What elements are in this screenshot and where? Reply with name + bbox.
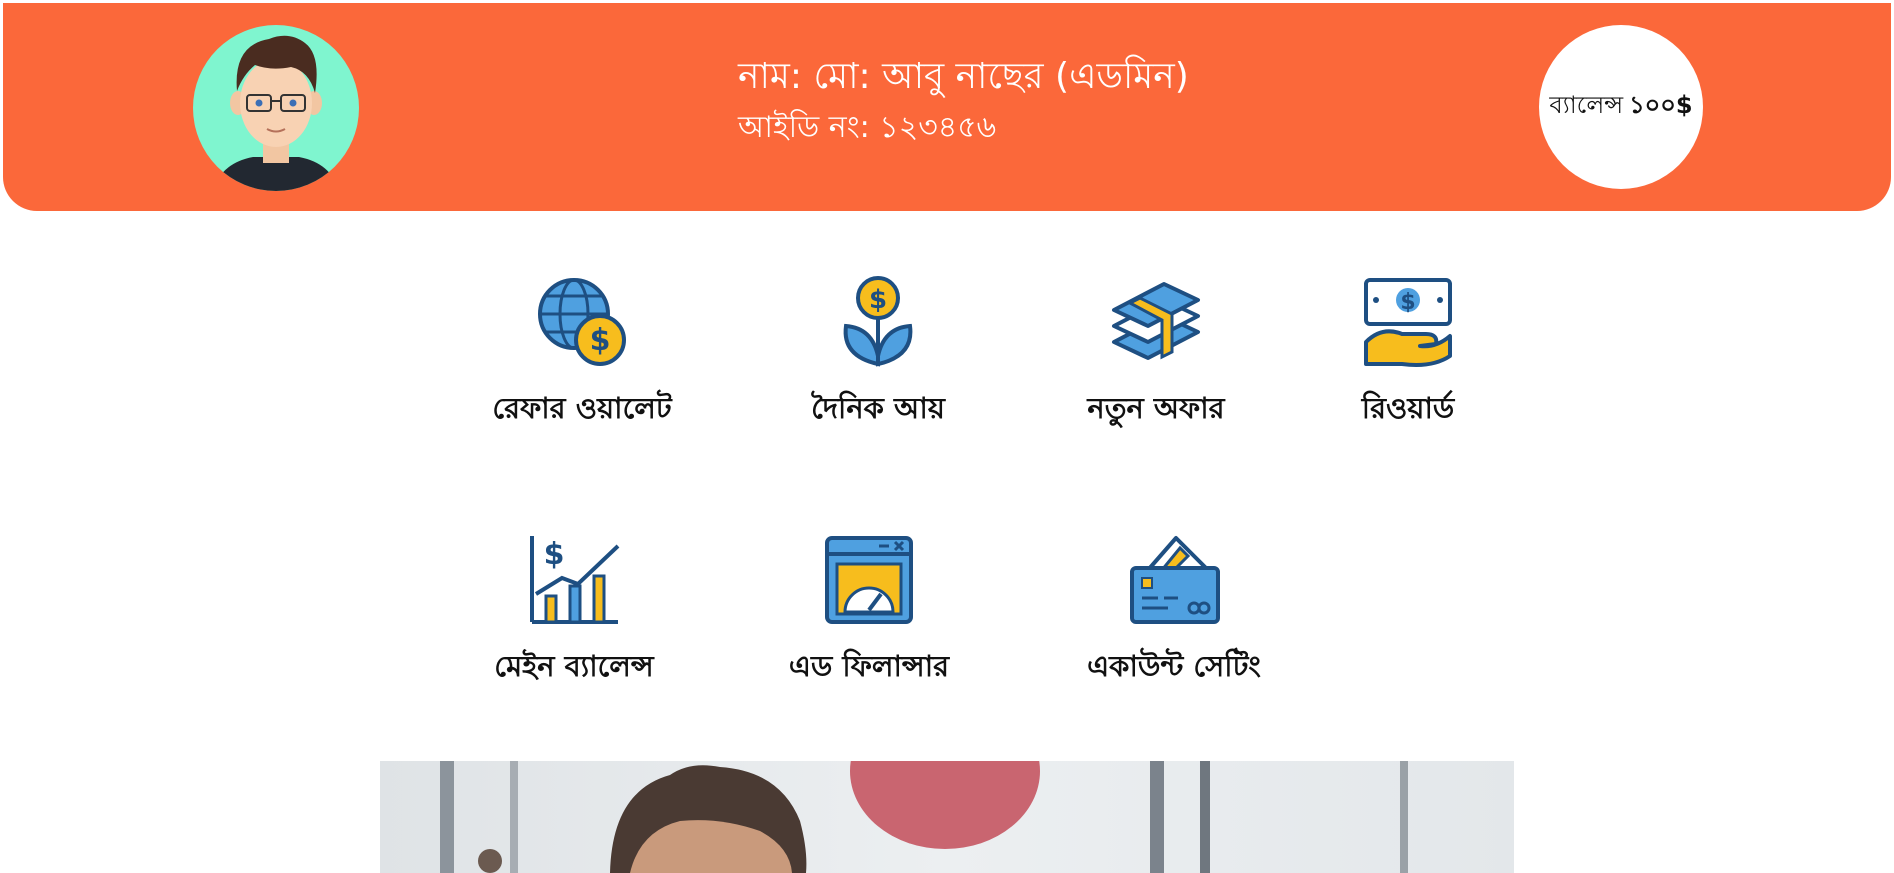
menu-item-ad-freelancer[interactable]: এড ফিলান্সার xyxy=(779,534,959,693)
menu-item-reward[interactable]: $ রিওয়ার্ড xyxy=(1318,276,1498,435)
menu-item-main-balance[interactable]: $ মেইন ব্যালেন্স xyxy=(484,534,664,693)
promo-banner-image xyxy=(380,761,1514,873)
card-wallet-icon xyxy=(1130,536,1220,624)
menu-label: রিওয়ার্ড xyxy=(1361,391,1455,425)
menu-label: নতুন অফার xyxy=(1087,391,1225,425)
menu-label: একাউন্ট সেটিং xyxy=(1087,649,1261,683)
avatar[interactable] xyxy=(193,25,359,191)
menu-item-refer-wallet[interactable]: $ রেফার ওয়ালেট xyxy=(492,276,672,435)
balance-amount: ১০০$ xyxy=(1629,91,1693,119)
menu-item-daily-income[interactable]: $ দৈনিক আয় xyxy=(788,276,968,435)
svg-text:$: $ xyxy=(869,285,887,315)
hand-cash-icon: $ xyxy=(1364,278,1452,367)
user-name: নাম: মো: আবু নাছের (এডমিন) xyxy=(738,56,1189,97)
globe-dollar-icon: $ xyxy=(538,278,626,366)
browser-speedometer-icon xyxy=(825,536,913,624)
menu-item-account-setting[interactable]: একাউন্ট সেটিং xyxy=(1084,534,1264,693)
user-id: আইডি নং: ১২৩৪৫৬ xyxy=(738,110,997,145)
menu-label: মেইন ব্যালেন্স xyxy=(494,649,654,683)
svg-text:$: $ xyxy=(1400,290,1415,315)
growth-chart-icon: $ xyxy=(530,536,620,624)
profile-header: নাম: মো: আবু নাছের (এডমিন) আইডি নং: ১২৩৪… xyxy=(3,3,1891,211)
menu-label: এড ফিলান্সার xyxy=(788,649,950,683)
menu-item-new-offer[interactable]: নতুন অফার xyxy=(1066,276,1246,435)
balance-label: ব্যালেন্স xyxy=(1549,91,1624,119)
money-stack-icon xyxy=(1112,282,1200,360)
balance-badge[interactable]: ব্যালেন্স ১০০$ xyxy=(1539,25,1703,189)
svg-text:$: $ xyxy=(590,323,611,358)
svg-text:$: $ xyxy=(544,537,565,572)
menu-label: দৈনিক আয় xyxy=(811,391,945,425)
user-info: নাম: মো: আবু নাছের (এডমিন) আইডি নং: ১২৩৪… xyxy=(738,51,1189,153)
menu-label: রেফার ওয়ালেট xyxy=(492,391,672,425)
money-plant-icon: $ xyxy=(843,276,913,367)
user-avatar-icon xyxy=(213,35,339,191)
